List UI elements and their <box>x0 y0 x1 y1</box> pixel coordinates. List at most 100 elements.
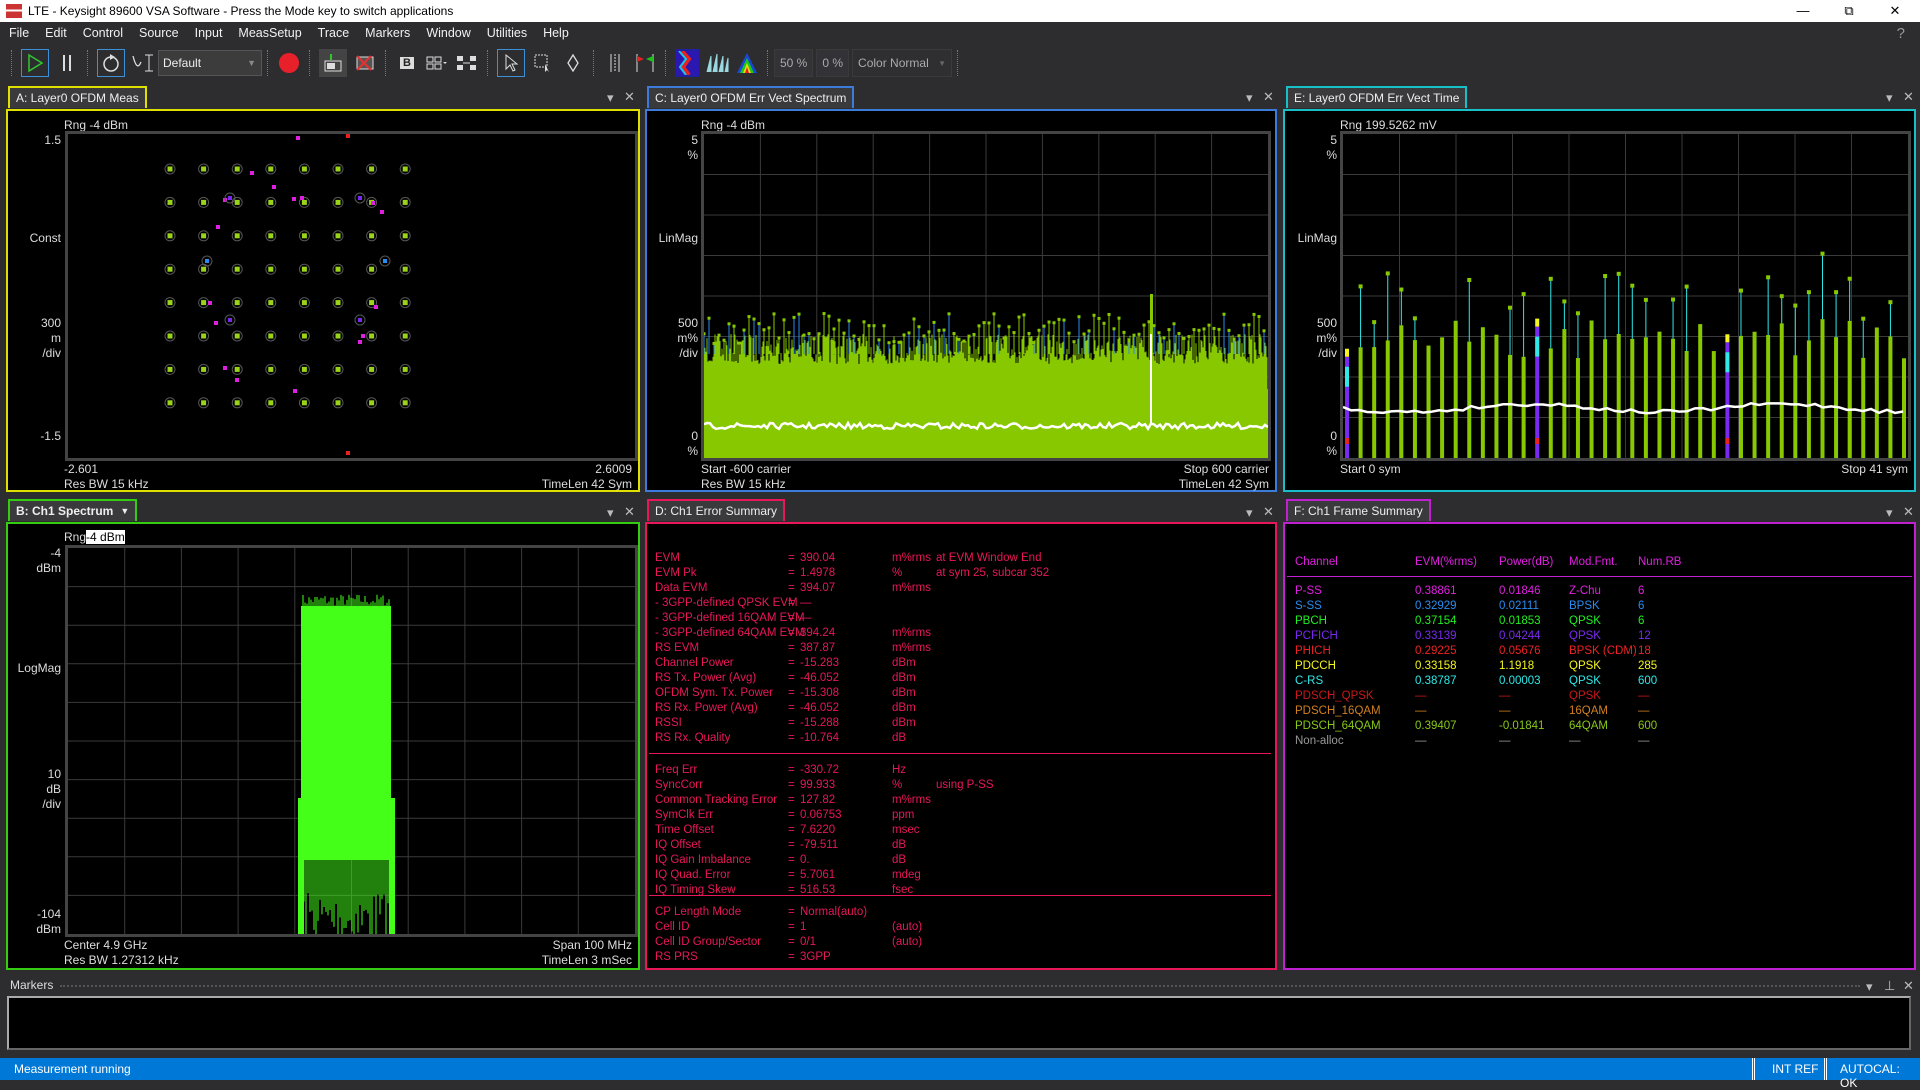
table-cell: S-SS <box>1295 600 1322 612</box>
symbol-bar <box>1412 340 1417 458</box>
tab-panel-b[interactable]: B: Ch1 Spectrum ▼ <box>8 499 138 521</box>
tab-panel-d[interactable]: D: Ch1 Error Summary <box>647 499 786 521</box>
single-sweep-button[interactable] <box>97 49 125 77</box>
restore-button[interactable]: ⧉ <box>1826 0 1872 22</box>
table-cell: 0.02111 <box>1499 600 1539 612</box>
symbol-peak-tip <box>1412 316 1417 321</box>
record-icon <box>279 53 299 73</box>
panel-e-close-icon[interactable]: ✕ <box>1903 89 1914 105</box>
panel-a-menu-icon[interactable]: ▾ <box>607 90 614 106</box>
menu-edit[interactable]: Edit <box>45 26 67 40</box>
menu-trace[interactable]: Trace <box>318 26 350 40</box>
equals-sign: = <box>788 869 795 881</box>
persistence-percent-field[interactable]: 50 % <box>774 49 814 77</box>
metric-label: Cell ID <box>655 921 690 933</box>
panel-d-close-icon[interactable]: ✕ <box>1263 504 1274 520</box>
preset-dropdown[interactable]: Default ▼ <box>158 50 262 76</box>
menu-markers[interactable]: Markers <box>365 26 410 40</box>
panel-b-spectrum: Rng-4 dBm -4 dBm LogMag 10 dB /div -104 … <box>6 522 640 970</box>
arrange-button[interactable] <box>455 49 479 77</box>
markers-menu-icon[interactable]: ▾ <box>1866 979 1873 995</box>
symbol-point <box>234 300 240 306</box>
table-cell: 18 <box>1638 645 1651 657</box>
table-cell: 0.01853 <box>1499 615 1541 627</box>
menu-file[interactable]: File <box>9 26 29 40</box>
panel-b-close-icon[interactable]: ✕ <box>624 504 635 520</box>
err-vect-spectrum-plot[interactable] <box>701 131 1271 461</box>
column-header[interactable]: EVM(%rms) <box>1415 556 1477 568</box>
int-ref-indicator[interactable]: INT REF <box>1772 1062 1818 1076</box>
tab-panel-e[interactable]: E: Layer0 OFDM Err Vect Time <box>1286 86 1468 108</box>
pause-button[interactable] <box>55 49 79 77</box>
tab-panel-a[interactable]: A: Layer0 OFDM Meas <box>8 86 147 108</box>
column-header[interactable]: Num.RB <box>1638 556 1681 568</box>
panel-b-menu-icon[interactable]: ▾ <box>607 505 614 521</box>
panel-c-menu-icon[interactable]: ▾ <box>1246 90 1253 106</box>
grid-layout-icon <box>426 56 447 70</box>
pin-icon[interactable]: ⊥ <box>1884 978 1895 994</box>
band-marker-button[interactable] <box>603 49 627 77</box>
disconnect-button[interactable] <box>353 49 377 77</box>
menu-input[interactable]: Input <box>195 26 223 40</box>
symbol-bar <box>1657 331 1662 458</box>
tile-layout-button[interactable] <box>425 49 449 77</box>
marker-tool-button[interactable] <box>561 49 585 77</box>
menu-source[interactable]: Source <box>139 26 179 40</box>
evm-spike-tip <box>857 337 861 341</box>
column-header[interactable]: Mod.Fmt. <box>1569 556 1618 568</box>
autocal-indicator[interactable]: AUTOCAL: OK <box>1840 1062 1920 1090</box>
zoom-select-tool-button[interactable] <box>531 49 555 77</box>
panel-e-menu-icon[interactable]: ▾ <box>1886 90 1893 106</box>
y-bottom-unit: % <box>1326 444 1337 458</box>
table-cell: C-RS <box>1295 675 1324 687</box>
column-header[interactable]: Channel <box>1295 556 1338 568</box>
panel-f-close-icon[interactable]: ✕ <box>1903 504 1914 520</box>
markers-close-icon[interactable]: ✕ <box>1903 978 1914 994</box>
range-button[interactable] <box>131 49 155 77</box>
color-mode-dropdown[interactable]: Color Normal ▼ <box>852 49 953 77</box>
table-cell: 6 <box>1638 600 1645 612</box>
spectrogram-button[interactable] <box>675 49 699 77</box>
marker-flags-button[interactable] <box>633 49 657 77</box>
symbol-point <box>335 266 341 272</box>
record-button[interactable] <box>277 49 301 77</box>
range-label: Rng-4 dBm <box>64 530 125 544</box>
input-source-button[interactable] <box>319 49 347 77</box>
panel-c-close-icon[interactable]: ✕ <box>1263 89 1274 105</box>
symbol-point <box>201 366 207 372</box>
constellation-plot[interactable] <box>65 131 638 461</box>
panel-f-menu-icon[interactable]: ▾ <box>1886 505 1893 521</box>
table-cell: 16QAM <box>1569 705 1608 717</box>
evm-spike-tip <box>1037 328 1041 332</box>
help-icon[interactable]: ? <box>1897 25 1905 42</box>
menu-help[interactable]: Help <box>543 26 569 40</box>
bold-layout-button[interactable]: B <box>395 49 419 77</box>
close-window-button[interactable]: ✕ <box>1872 0 1918 22</box>
symbol-point <box>201 300 207 306</box>
evm-spike-tip <box>1167 328 1171 332</box>
column-header[interactable]: Power(dB) <box>1499 556 1553 568</box>
tab-panel-f[interactable]: F: Ch1 Frame Summary <box>1286 499 1431 521</box>
minimize-button[interactable]: — <box>1780 0 1826 22</box>
play-button[interactable] <box>21 49 49 77</box>
panel-a-close-icon[interactable]: ✕ <box>624 89 635 105</box>
pointer-tool-button[interactable] <box>497 49 525 77</box>
evm-spike-tip <box>987 321 991 325</box>
markers-table-area[interactable] <box>7 996 1911 1050</box>
toolbar-separator <box>87 50 89 76</box>
scale-div: /div <box>42 346 61 360</box>
menu-window[interactable]: Window <box>426 26 470 40</box>
menu-utilities[interactable]: Utilities <box>487 26 527 40</box>
panel-d-menu-icon[interactable]: ▾ <box>1246 505 1253 521</box>
density-button[interactable] <box>735 49 759 77</box>
menu-control[interactable]: Control <box>83 26 123 40</box>
metric-value: 1 <box>800 921 807 933</box>
spectrum-plot[interactable] <box>65 545 638 937</box>
decay-percent-field[interactable]: 0 % <box>816 49 850 77</box>
tab-panel-c[interactable]: C: Layer0 OFDM Err Vect Spectrum <box>647 86 855 108</box>
range-value-field[interactable]: -4 dBm <box>86 530 125 544</box>
menu-meassetup[interactable]: MeasSetup <box>238 26 301 40</box>
err-vect-time-plot[interactable] <box>1340 131 1911 461</box>
symbol-bar-crs <box>1725 352 1730 373</box>
waterfall-button[interactable] <box>705 49 729 77</box>
